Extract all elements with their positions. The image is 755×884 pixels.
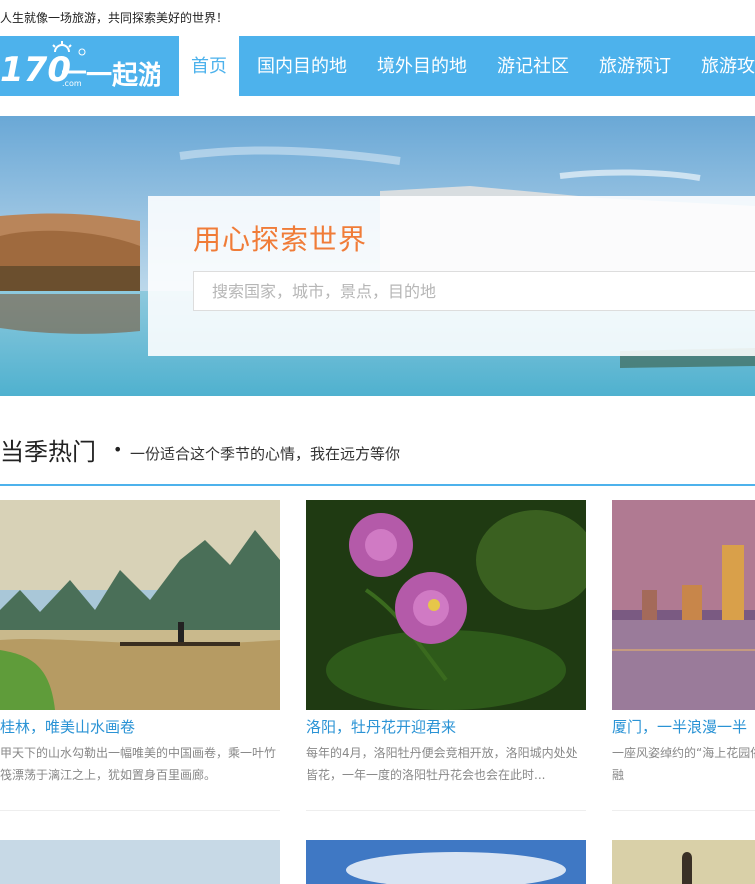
nav-overseas[interactable]: 境外目的地 <box>365 36 479 96</box>
section-title: 当季热门 <box>0 438 96 466</box>
card-desc: 每年的4月，洛阳牡丹便会竞相开放，洛阳城内处处皆花，一年一度的洛阳牡丹花会也会在… <box>306 746 578 782</box>
logo-text: 一起游 <box>86 61 160 91</box>
card-title[interactable]: 洛阳，牡丹花开迎君来 <box>306 716 456 737</box>
site-logo[interactable]: 170 .com 一起游 <box>0 36 164 96</box>
search-panel: 用心探索世界 <box>148 196 755 356</box>
nav-guides[interactable]: 旅游攻略 <box>689 36 755 96</box>
card-image-luoyang[interactable] <box>306 500 586 710</box>
logo-number: 170 <box>0 50 71 90</box>
card-image-row2-2[interactable] <box>306 840 586 884</box>
card-guilin[interactable]: 桂林，唯美山水画卷 甲天下的山水勾勒出一幅唯美的中国画卷，乘一叶竹筏漂荡于漓江之… <box>0 500 280 811</box>
card-image-row2-1[interactable] <box>0 840 280 884</box>
nav-domestic[interactable]: 国内目的地 <box>245 36 359 96</box>
card-desc: 一座风姿绰约的“海上花园俗、海滨美食、异国建筑融 <box>612 746 755 782</box>
nav-booking[interactable]: 旅游预订 <box>587 36 683 96</box>
logo-sub: .com <box>62 79 82 88</box>
card-xiamen[interactable]: 厦门，一半浪漫一半 一座风姿绰约的“海上花园俗、海滨美食、异国建筑融 <box>612 500 755 811</box>
section-header: 当季热门 • 一份适合这个季节的心情，我在远方等你 <box>0 432 755 486</box>
card-luoyang[interactable]: 洛阳，牡丹花开迎君来 每年的4月，洛阳牡丹便会竞相开放，洛阳城内处处皆花，一年一… <box>306 500 586 811</box>
card-image-row2-3[interactable] <box>612 840 755 884</box>
search-input[interactable] <box>193 271 755 311</box>
card-image-guilin[interactable] <box>0 500 280 710</box>
hero-banner: 用心探索世界 <box>0 116 755 396</box>
banner-slogan: 用心探索世界 <box>193 223 368 256</box>
card-title[interactable]: 桂林，唯美山水画卷 <box>0 716 135 737</box>
nav-home[interactable]: 首页 <box>179 36 239 96</box>
card-image-xiamen[interactable] <box>612 500 755 710</box>
section-dot: • <box>113 440 123 459</box>
nav-community[interactable]: 游记社区 <box>485 36 581 96</box>
top-tagline: 人生就像一场旅游，共同探索美好的世界！ <box>0 11 229 25</box>
main-nav: 170 .com 一起游 首页 国内目的地 境外目的地 游记社区 旅游预订 旅游… <box>0 36 755 96</box>
card-title[interactable]: 厦门，一半浪漫一半 <box>612 716 747 737</box>
section-subtitle: 一份适合这个季节的心情，我在远方等你 <box>130 445 401 463</box>
card-desc: 甲天下的山水勾勒出一幅唯美的中国画卷，乘一叶竹筏漂荡于漓江之上，犹如置身百里画廊… <box>0 746 277 782</box>
